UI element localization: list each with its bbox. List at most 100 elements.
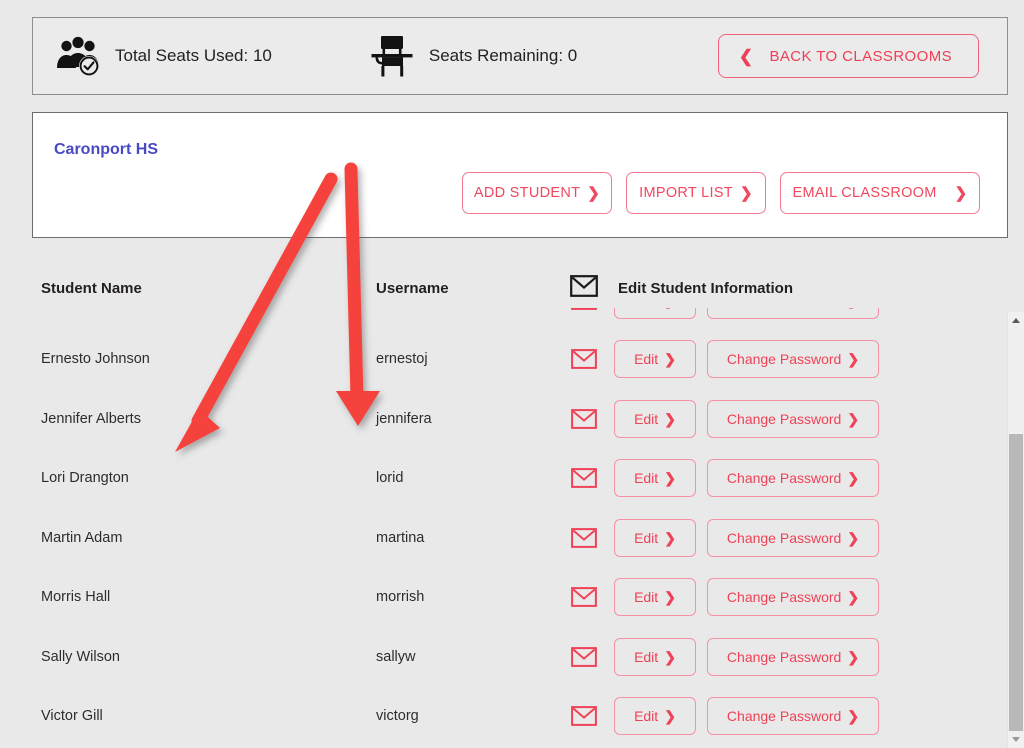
edit-button[interactable]: Edit ❯ [614, 637, 696, 676]
change-password-label: Change Password [726, 589, 842, 606]
change-password-button-wrapper: Change Password ❯ [707, 459, 879, 498]
change-password-button-wrapper: Change Password ❯ [707, 578, 879, 617]
table-row: Ernesto Johnson ernestoj Edit ❯ Change P… [0, 330, 1024, 390]
change-password-label: Change Password [726, 708, 842, 725]
change-password-label: Change Password [726, 470, 842, 487]
change-password-button[interactable]: Change Password ❯ [707, 459, 879, 498]
edit-button[interactable]: Edit ❯ [614, 697, 696, 736]
edit-button[interactable]: Edit ❯ [614, 578, 696, 617]
add-student-button[interactable]: ADD STUDENT ❯ [462, 172, 612, 214]
edit-button-wrapper: Edit ❯ [614, 308, 696, 319]
change-password-label: Change Password [726, 648, 842, 665]
table-row: Lori Drangton lorid Edit ❯ Change Passwo… [0, 449, 1024, 509]
change-password-button[interactable]: Change Password ❯ [707, 697, 879, 736]
table-row: Morris Hall morrish Edit ❯ Change Passwo… [0, 568, 1024, 628]
scroll-down-arrow-icon[interactable] [1008, 731, 1024, 748]
table-row: Jennifer Alberts jennifera Edit ❯ Change… [0, 389, 1024, 449]
email-classroom-button[interactable]: EMAIL CLASSROOM ❯ [780, 172, 980, 214]
column-header-username: Username [376, 279, 449, 297]
change-password-button[interactable]: Change Password ❯ [707, 518, 879, 557]
envelope-icon[interactable] [571, 706, 597, 727]
chevron-right-icon: ❯ [664, 470, 676, 487]
student-table-header: Student Name Username Edit Student Infor… [0, 274, 1024, 302]
change-password-label: Change Password [726, 351, 842, 368]
seats-remaining-label: Seats Remaining: 0 [428, 46, 578, 65]
column-header-student-name: Student Name [41, 279, 142, 297]
student-name: Victor Gill [41, 708, 103, 725]
student-username: victorg [376, 708, 419, 725]
school-desk-icon [365, 30, 419, 82]
edit-button[interactable]: Edit ❯ [614, 518, 696, 557]
edit-button[interactable]: Edit ❯ [614, 340, 696, 379]
chevron-right-icon: ❯ [587, 184, 601, 202]
chevron-right-icon: ❯ [664, 410, 676, 427]
chevron-right-icon: ❯ [847, 529, 860, 546]
envelope-icon[interactable] [571, 408, 597, 429]
student-list-viewport: Edit ❯ Change Password ❯ Ernesto Johnson… [0, 308, 1024, 748]
edit-label: Edit [634, 410, 659, 427]
edit-button[interactable]: Edit ❯ [614, 459, 696, 498]
edit-label: Edit [634, 529, 659, 546]
classroom-panel: Caronport HS ADD STUDENT ❯ IMPORT LIST ❯… [32, 112, 1008, 238]
chevron-right-icon: ❯ [954, 184, 968, 202]
envelope-icon[interactable] [571, 646, 597, 667]
edit-button-wrapper: Edit ❯ [614, 518, 696, 557]
change-password-button-wrapper: Change Password ❯ [707, 399, 879, 438]
table-row: Martin Adam martina Edit ❯ Change Passwo… [0, 508, 1024, 568]
student-name: Sally Wilson [41, 648, 120, 665]
classroom-name-link[interactable]: Caronport HS [54, 141, 158, 159]
total-seats-label: Total Seats Used: 10 [115, 46, 272, 65]
add-student-label: ADD STUDENT [473, 185, 581, 201]
edit-button[interactable]: Edit ❯ [614, 308, 696, 319]
chevron-left-icon: ❮ [738, 46, 754, 66]
chevron-right-icon: ❯ [847, 351, 860, 368]
seats-summary-bar: Total Seats Used: 10 Seats Remaining: 0 … [32, 17, 1008, 95]
chevron-right-icon: ❯ [664, 351, 676, 368]
column-header-edit-student-information: Edit Student Information [618, 279, 793, 297]
student-name: Ernesto Johnson [41, 351, 150, 368]
envelope-icon[interactable] [571, 527, 597, 548]
seats-remaining-stat: Seats Remaining: 0 [365, 30, 577, 82]
edit-label: Edit [634, 351, 659, 368]
envelope-icon[interactable] [571, 587, 597, 608]
change-password-button[interactable]: Change Password ❯ [707, 340, 879, 379]
chevron-right-icon: ❯ [847, 708, 860, 725]
back-to-classrooms-button[interactable]: ❮ BACK TO CLASSROOMS [717, 34, 979, 78]
edit-button[interactable]: Edit ❯ [614, 399, 696, 438]
envelope-icon[interactable] [571, 349, 597, 370]
edit-label: Edit [634, 648, 659, 665]
chevron-right-icon: ❯ [847, 648, 860, 665]
vertical-scrollbar[interactable] [1007, 312, 1024, 748]
student-name: Jennifer Alberts [41, 410, 141, 427]
change-password-button-wrapper: Change Password ❯ [707, 518, 879, 557]
table-row: Victor Gill victorg Edit ❯ Change Passwo… [0, 687, 1024, 747]
change-password-button[interactable]: Change Password ❯ [707, 308, 879, 319]
envelope-icon[interactable] [571, 308, 597, 310]
scrollbar-thumb[interactable] [1009, 434, 1023, 734]
scroll-up-arrow-icon[interactable] [1008, 312, 1024, 329]
envelope-icon [570, 275, 598, 301]
users-check-icon [51, 30, 105, 82]
change-password-button-wrapper: Change Password ❯ [707, 697, 879, 736]
change-password-button[interactable]: Change Password ❯ [707, 399, 879, 438]
change-password-button[interactable]: Change Password ❯ [707, 637, 879, 676]
student-name: Lori Drangton [41, 470, 129, 487]
total-seats-stat: Total Seats Used: 10 [51, 30, 272, 82]
change-password-button[interactable]: Change Password ❯ [707, 578, 879, 617]
student-username: ernestoj [376, 351, 428, 368]
import-list-button[interactable]: IMPORT LIST ❯ [626, 172, 766, 214]
chevron-right-icon: ❯ [739, 184, 753, 202]
change-password-label: Change Password [726, 529, 842, 546]
student-username: martina [376, 529, 425, 546]
envelope-icon[interactable] [571, 468, 597, 489]
email-classroom-label: EMAIL CLASSROOM [792, 185, 937, 201]
edit-button-wrapper: Edit ❯ [614, 697, 696, 736]
chevron-right-icon: ❯ [847, 470, 860, 487]
student-username: morrish [376, 589, 425, 606]
edit-button-wrapper: Edit ❯ [614, 459, 696, 498]
edit-button-wrapper: Edit ❯ [614, 399, 696, 438]
chevron-right-icon: ❯ [664, 589, 676, 606]
edit-label: Edit [634, 708, 659, 725]
student-list: Edit ❯ Change Password ❯ Ernesto Johnson… [0, 308, 1024, 746]
student-username: sallyw [376, 648, 416, 665]
